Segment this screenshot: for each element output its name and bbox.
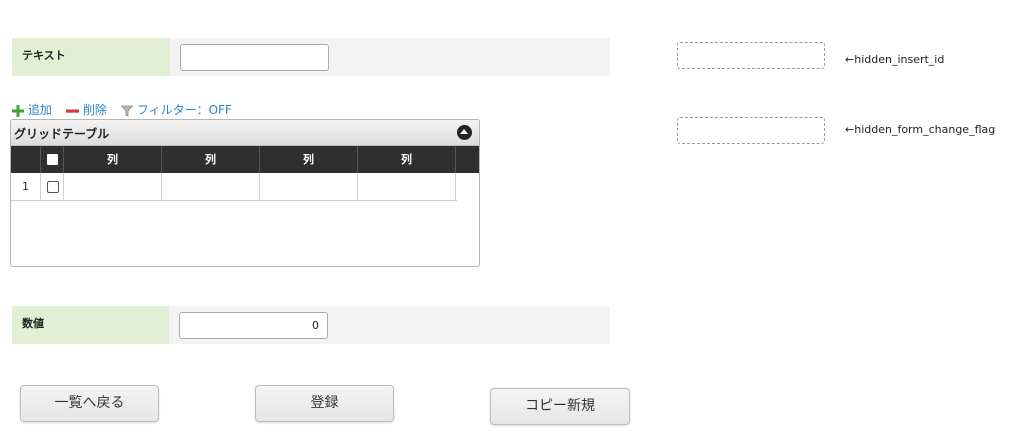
back-to-list-button[interactable]: 一覧へ戻る [20,385,159,422]
table-cell[interactable] [260,173,358,200]
filter-button[interactable]: フィルター：OFF [120,101,232,118]
table-cell[interactable] [162,173,260,200]
filter-button-label: フィルター：OFF [136,103,232,117]
register-button[interactable]: 登録 [255,385,394,422]
number-field-label: 数値 [12,306,169,344]
grid-title: グリッドテーブル [14,127,110,141]
copy-new-button[interactable]: コピー新規 [490,388,630,425]
grid-header-row: 列 列 列 列 [11,146,479,173]
text-input[interactable] [180,44,329,71]
delete-button-label: 削除 [82,103,107,117]
plus-icon [12,104,24,117]
row-checkbox[interactable] [47,181,59,193]
hidden-insert-id-field[interactable] [677,42,825,69]
minus-icon [66,105,79,117]
chevron-up-icon[interactable] [457,125,472,140]
select-all-header [41,146,64,173]
number-input[interactable] [179,312,328,339]
column-header[interactable]: 列 [162,146,260,173]
column-header[interactable]: 列 [260,146,358,173]
add-button[interactable]: 追加 [12,101,52,118]
add-button-label: 追加 [27,103,52,117]
table-cell[interactable] [64,173,162,200]
hidden-form-change-flag-label: ←hidden_form_change_flag [845,123,996,136]
text-field-label: テキスト [12,38,170,76]
column-header[interactable]: 列 [358,146,456,173]
table-row: 1 [11,173,457,201]
hidden-form-change-flag-field[interactable] [677,117,825,144]
filter-icon [120,105,134,117]
row-number: 1 [11,173,41,200]
grid-caption: グリッドテーブル [11,120,479,146]
row-select-cell [41,173,64,200]
table-cell[interactable] [358,173,456,200]
number-field-row: 数値 [12,306,610,344]
row-number-header [11,146,41,173]
hidden-insert-id-label: ←hidden_insert_id [845,53,945,66]
column-header[interactable]: 列 [64,146,162,173]
text-field-row: テキスト [12,38,610,76]
select-all-checkbox[interactable] [47,154,58,165]
grid-table: グリッドテーブル 列 列 列 列 1 [10,119,480,267]
delete-button[interactable]: 削除 [66,101,107,118]
